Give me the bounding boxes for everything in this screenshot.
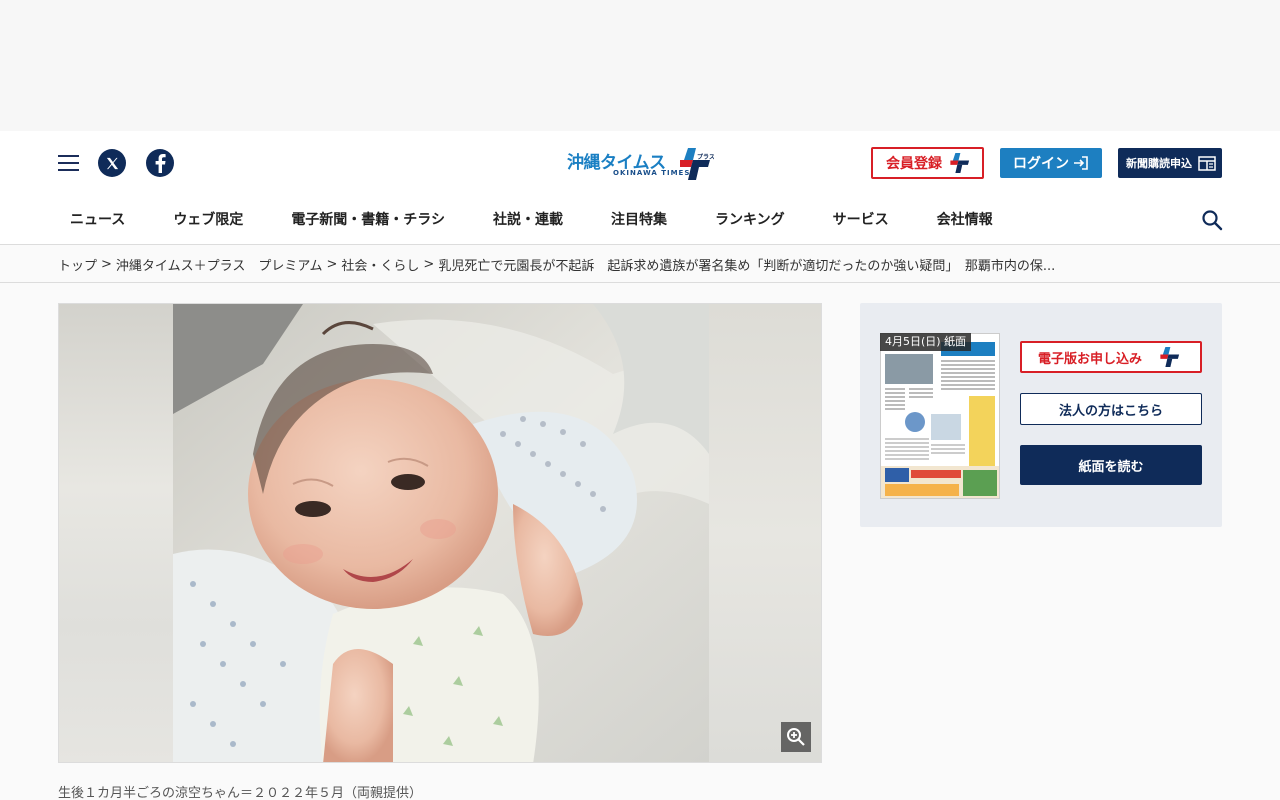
nav-item-news[interactable]: ニュース bbox=[46, 203, 149, 237]
breadcrumb-separator: > bbox=[101, 256, 112, 272]
baby-photo bbox=[173, 304, 709, 762]
photo-caption: 生後１カ月半ごろの涼空ちゃん＝２０２２年５月（両親提供） bbox=[58, 786, 423, 800]
zoom-in-icon[interactable] bbox=[781, 722, 811, 752]
hamburger-menu-icon[interactable] bbox=[58, 153, 79, 173]
search-icon[interactable] bbox=[1201, 209, 1223, 231]
newspaper-thumbnail[interactable] bbox=[880, 333, 1000, 499]
plus-logo-icon bbox=[1160, 347, 1180, 367]
breadcrumb-item-society[interactable]: 社会・くらし bbox=[341, 255, 419, 274]
breadcrumb-item-current: 乳児死亡で元園長が不起訴 起訴求め遺族が署名集め「判断が適切だったのか強い疑問」… bbox=[438, 258, 1056, 274]
photo-blur-background bbox=[59, 304, 173, 762]
digital-subscribe-button[interactable]: 電子版お申し込み bbox=[1020, 341, 1202, 373]
nav-item-digital-paper[interactable]: 電子新聞・書籍・チラシ bbox=[267, 203, 469, 237]
logo-plus-icon: プラス bbox=[680, 148, 714, 180]
login-arrow-icon bbox=[1074, 156, 1088, 170]
logo-plus-text: プラス bbox=[697, 153, 714, 161]
facebook-icon[interactable] bbox=[146, 149, 174, 177]
breadcrumb-item-premium[interactable]: 沖縄タイムス＋プラス プレミアム bbox=[116, 255, 323, 274]
login-button[interactable]: ログイン bbox=[1000, 148, 1102, 178]
nav-item-editorial[interactable]: 社説・連載 bbox=[469, 203, 587, 237]
logo-subtitle: OKINAWA TIMES bbox=[613, 169, 691, 177]
nav-item-company[interactable]: 会社情報 bbox=[913, 203, 1017, 237]
divider bbox=[0, 282, 1280, 283]
paper-date-badge: 4月5日(日) 紙面 bbox=[880, 333, 972, 351]
nav-item-featured[interactable]: 注目特集 bbox=[587, 203, 691, 237]
site-logo[interactable]: 沖縄タイムス OKINAWA TIMES プラス bbox=[567, 148, 717, 182]
login-label: ログイン bbox=[1013, 156, 1069, 172]
breadcrumb-separator: > bbox=[423, 256, 435, 272]
newspaper-icon bbox=[1198, 155, 1216, 171]
digital-subscribe-label: 電子版お申し込み bbox=[1038, 351, 1143, 367]
corporate-button[interactable]: 法人の方はこちら bbox=[1020, 393, 1202, 425]
photo-blur-background bbox=[709, 304, 821, 762]
register-label: 会員登録 bbox=[886, 156, 942, 172]
nav-item-web-limited[interactable]: ウェブ限定 bbox=[149, 203, 267, 237]
read-paper-button[interactable]: 紙面を読む bbox=[1020, 445, 1202, 485]
global-nav: ニュース ウェブ限定 電子新聞・書籍・チラシ 社説・連載 注目特集 ランキング … bbox=[46, 203, 1017, 237]
nav-item-service[interactable]: サービス bbox=[809, 203, 913, 237]
nav-item-ranking[interactable]: ランキング bbox=[691, 203, 809, 237]
breadcrumb: トップ > 沖縄タイムス＋プラス プレミアム > 社会・くらし > 乳児死亡で元… bbox=[58, 246, 1238, 282]
newspaper-box: 4月5日(日) 紙面 電子版お申し込み 法人の方はこちら 紙面を読む bbox=[860, 303, 1222, 527]
article-photo[interactable] bbox=[58, 303, 822, 763]
plus-logo-icon bbox=[950, 153, 970, 173]
subscribe-label: 新聞購読申込 bbox=[1126, 157, 1192, 170]
subscribe-button[interactable]: 新聞購読申込 bbox=[1118, 148, 1222, 178]
register-button[interactable]: 会員登録 bbox=[871, 147, 984, 179]
breadcrumb-item-top[interactable]: トップ bbox=[58, 255, 97, 274]
ad-space bbox=[0, 0, 1280, 131]
breadcrumb-separator: > bbox=[326, 256, 338, 272]
site-header: 沖縄タイムス OKINAWA TIMES プラス 会員登録 ログイン 新聞購読申… bbox=[0, 131, 1280, 245]
x-icon[interactable] bbox=[98, 149, 126, 177]
